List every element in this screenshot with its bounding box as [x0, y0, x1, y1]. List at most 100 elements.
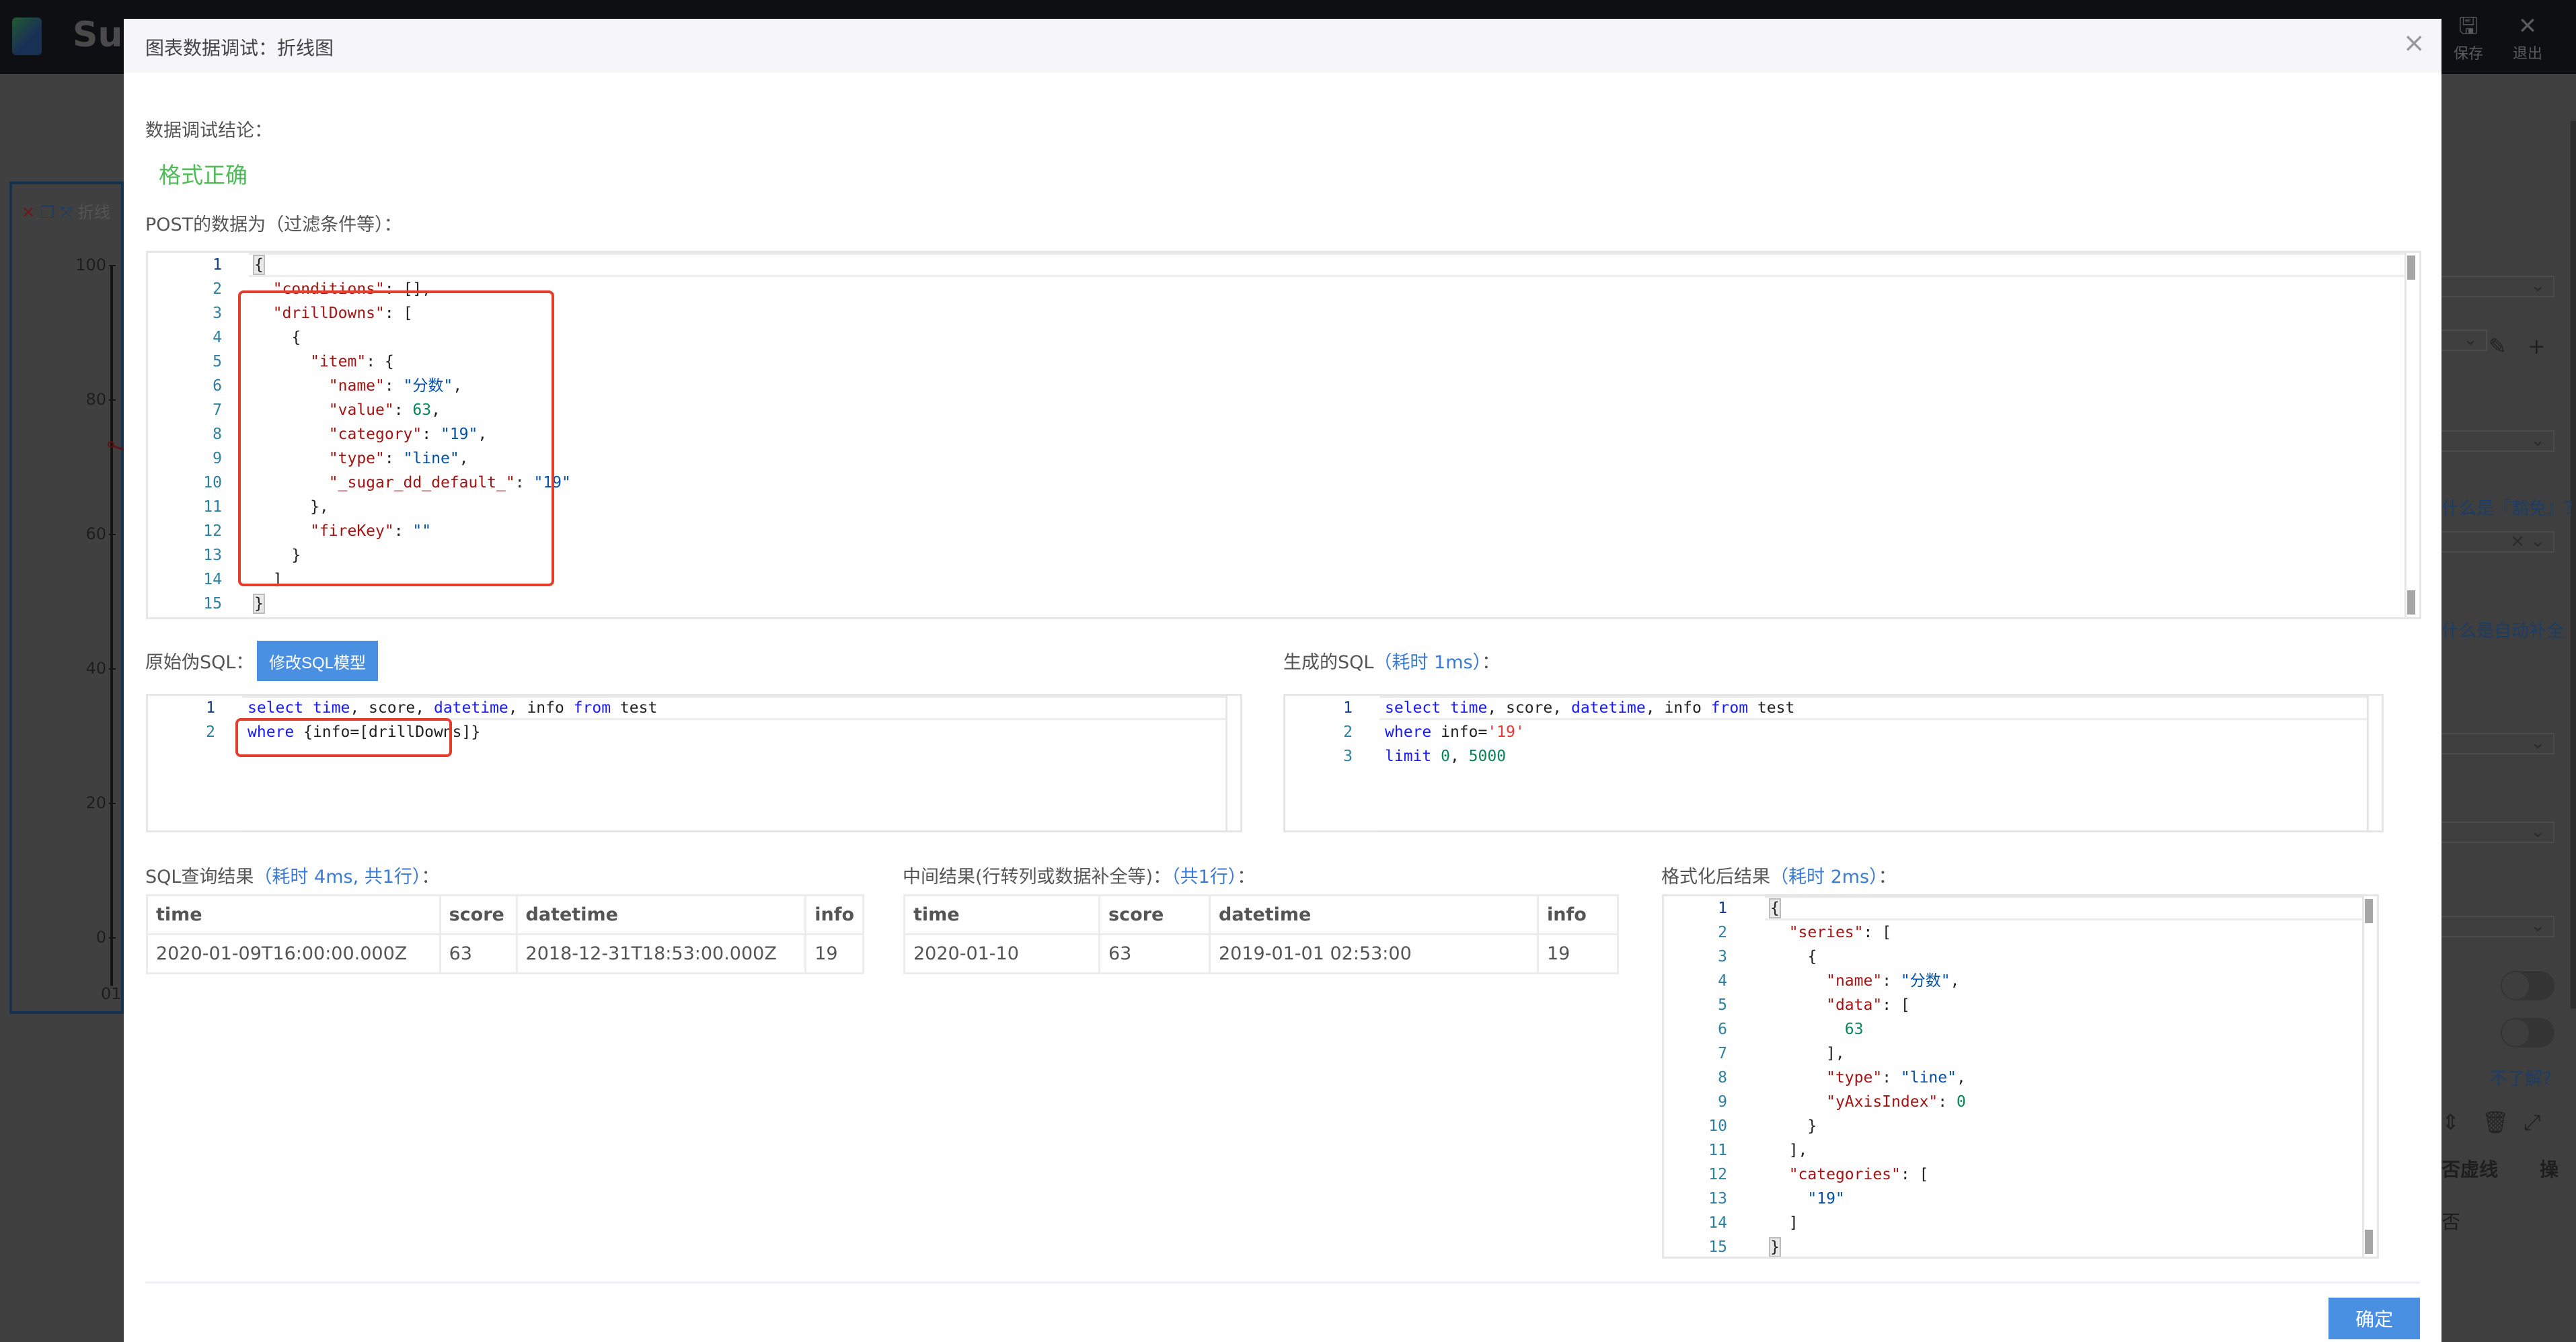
code-line: "19" — [1770, 1187, 1844, 1211]
code-token: { — [1770, 948, 1817, 965]
code-token: where — [1385, 723, 1432, 741]
scrollbar-thumb[interactable] — [2407, 255, 2415, 280]
code-line: "yAxisIndex": 0 — [1770, 1090, 1966, 1114]
code-token: 63 — [412, 401, 432, 419]
code-token: : — [384, 450, 404, 467]
line-number: 7 — [1718, 1045, 1727, 1062]
column-header: score — [439, 894, 518, 935]
column-header-dashed: 否虚线 — [2441, 1158, 2499, 1181]
post-data-editor[interactable]: 1 2 3 4 5 6 7 8 9 10 11 12 13 14 15{ "conditions": [],… — [146, 251, 2421, 619]
expand-icon[interactable]: ⤢ — [2524, 1109, 2541, 1136]
config-select[interactable]: ⌄ — [2440, 276, 2554, 297]
code-token: } — [254, 547, 301, 564]
code-token: } — [1769, 1237, 1781, 1257]
chevron-down-icon: ⌄ — [2530, 276, 2545, 296]
table-header-row: time score datetime info — [903, 894, 1619, 935]
config-select[interactable]: ⌄ — [2440, 916, 2554, 937]
pencil-icon[interactable]: ✎ — [2489, 333, 2507, 359]
code-token: : — [422, 426, 441, 443]
sql-result-title: SQL查询结果 — [145, 867, 254, 887]
modal-title: 图表数据调试：折线图 — [145, 37, 334, 59]
column-header: info — [804, 894, 864, 935]
code-token: test — [611, 699, 658, 717]
config-select[interactable]: ⌄ — [2440, 329, 2487, 351]
edit-sql-model-button[interactable]: 修改SQL模型 — [257, 641, 378, 681]
line-number: 7 — [213, 401, 222, 419]
code-token: , score, — [350, 699, 434, 717]
code-line: } — [253, 592, 265, 616]
dashed-select[interactable]: 否 — [2441, 1208, 2460, 1234]
delete-icon[interactable]: ✕ — [22, 203, 35, 222]
code-token: info= — [1431, 723, 1488, 741]
scrollbar-thumb[interactable] — [2365, 1230, 2373, 1254]
line-number: 5 — [1718, 996, 1727, 1014]
code-token: "data" — [1826, 996, 1883, 1014]
code-line: "categories": [ — [1770, 1162, 1929, 1187]
formatted-result-editor[interactable]: 1 2 3 4 5 6 7 8 9 10 11 12 13 14 15{ "series": [ { "na… — [1662, 894, 2379, 1259]
config-select[interactable]: × ⌄ — [2440, 531, 2554, 553]
editor-scrollbar[interactable] — [2404, 253, 2419, 617]
editor-scrollbar[interactable] — [2367, 696, 2382, 830]
code-line: "type": "line", — [1770, 1066, 1966, 1090]
code-line: "name": "分数", — [254, 374, 462, 398]
code-token: : — [1882, 1069, 1901, 1087]
editor-scrollbar[interactable] — [2362, 896, 2377, 1257]
resize-icon[interactable]: ⤧ — [60, 203, 73, 222]
table-row: 2020-01-09T16:00:00.000Z 63 2018-12-31T1… — [146, 933, 864, 974]
code-line: } — [254, 543, 301, 567]
config-toggle[interactable] — [2501, 971, 2554, 1000]
confirm-button[interactable]: 确定 — [2328, 1298, 2420, 1339]
code-token: "drillDowns" — [272, 305, 385, 322]
code-token: datetime — [433, 699, 508, 717]
line-number: 1 — [213, 256, 222, 274]
table-row: 2020-01-10 63 2019-01-01 02:53:00 19 — [903, 933, 1619, 974]
code-line: where {info=[drillDowns]} — [248, 720, 480, 744]
line-number: 11 — [203, 498, 222, 516]
line-number: 9 — [1718, 1093, 1727, 1111]
code-token: time — [312, 699, 350, 717]
code-token: : [], — [384, 280, 432, 298]
chevron-down-icon: × ⌄ — [2510, 531, 2545, 551]
code-token: {info=[drillDowns]} — [294, 723, 481, 741]
scrollbar-thumb[interactable] — [2365, 899, 2373, 923]
trash-icon[interactable]: 🗑 — [2482, 1109, 2509, 1135]
code-token: 0 — [1956, 1093, 1966, 1111]
x-tick: 01 — [101, 984, 122, 1003]
raw-sql-editor[interactable]: 1 2 select time, score, datetime, info fro… — [146, 694, 1242, 832]
app-logo — [12, 17, 42, 55]
code-line: } — [1770, 1114, 1817, 1138]
help-link[interactable]: 不了解? — [2490, 1065, 2552, 1090]
code-token: ] — [254, 571, 282, 588]
code-token: , info — [1645, 699, 1711, 717]
config-select[interactable]: ⌄ — [2440, 430, 2554, 452]
copy-icon[interactable]: ❐ — [40, 203, 55, 222]
alias-help-link[interactable]: 什么是『豁免』？ — [2441, 495, 2576, 520]
plus-icon[interactable]: + — [2528, 333, 2546, 359]
config-select[interactable]: ⌄ — [2440, 822, 2554, 843]
config-panel-scrollbar[interactable] — [2571, 121, 2576, 1009]
save-button[interactable]: 🖫 保存 — [2448, 15, 2489, 63]
close-icon[interactable]: × — [2402, 30, 2425, 56]
code-token: : — [393, 401, 413, 419]
config-toggle[interactable] — [2501, 1018, 2554, 1048]
modal-header: 图表数据调试：折线图 × — [124, 19, 2441, 73]
line-number: 1 — [1718, 900, 1727, 917]
generated-sql-editor[interactable]: 1 2 3 select time, score, datetime, info fr… — [1283, 694, 2384, 832]
sort-icon[interactable]: ⇕ — [2441, 1109, 2460, 1135]
autofill-help-link[interactable]: 什么是自动补全 — [2441, 617, 2564, 642]
scrollbar-thumb[interactable] — [2407, 590, 2415, 615]
exit-button[interactable]: ✕ 退出 — [2507, 15, 2548, 63]
editor-scrollbar[interactable] — [1225, 696, 1240, 830]
code-line: select time, score, datetime, info from … — [248, 696, 657, 720]
y-tick: 80 — [69, 390, 116, 409]
conclusion-status: 格式正确 — [159, 162, 248, 188]
line-number: 12 — [203, 522, 222, 540]
line-number: 2 — [1718, 924, 1727, 941]
background-chart-widget[interactable]: ✕ ❐ ⤧ 折线 100 80 60 40 20 0 01 — [9, 182, 139, 1014]
raw-sql-label: 原始伪SQL： — [145, 652, 254, 673]
config-select[interactable]: ⌄ — [2440, 733, 2554, 754]
